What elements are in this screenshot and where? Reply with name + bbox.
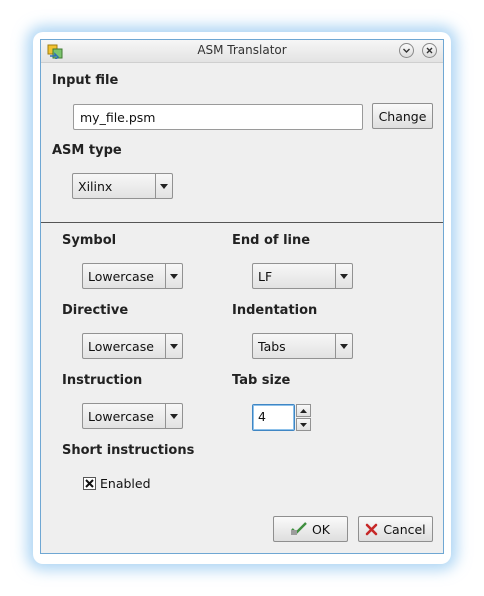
spin-up-button[interactable] [296, 404, 311, 417]
dropdown-arrow-icon [335, 264, 352, 288]
dropdown-arrow-icon [165, 404, 182, 428]
indentation-heading: Indentation [232, 303, 318, 318]
cancel-x-icon [366, 523, 378, 535]
enabled-checkbox[interactable] [83, 477, 96, 490]
cancel-button[interactable]: Cancel [358, 516, 433, 542]
indentation-value: Tabs [258, 339, 286, 354]
dialog-window: ASM Translator Input file Change ASM typ… [40, 39, 444, 554]
ok-check-icon [290, 522, 307, 535]
ok-button[interactable]: OK [273, 516, 348, 542]
dropdown-arrow-icon [155, 174, 172, 198]
ok-label: OK [311, 521, 331, 537]
end-of-line-value: LF [258, 269, 273, 284]
change-button[interactable]: Change [372, 103, 433, 129]
dropdown-arrow-icon [165, 264, 182, 288]
minimize-button[interactable] [399, 43, 414, 58]
section-divider [41, 222, 443, 223]
end-of-line-heading: End of line [232, 233, 311, 248]
input-file-heading: Input file [52, 73, 119, 88]
end-of-line-select[interactable]: LF [252, 263, 353, 289]
window-title: ASM Translator [197, 43, 287, 57]
dropdown-arrow-icon [335, 334, 352, 358]
symbol-select[interactable]: Lowercase [82, 263, 183, 289]
instruction-select[interactable]: Lowercase [82, 403, 183, 429]
arrow-down-icon [300, 422, 307, 427]
asm-type-heading: ASM type [52, 143, 122, 158]
cancel-label: Cancel [383, 521, 426, 537]
instruction-value: Lowercase [88, 409, 154, 424]
directive-value: Lowercase [88, 339, 154, 354]
checkmark-x-icon [85, 479, 94, 488]
enabled-label[interactable]: Enabled [100, 476, 151, 491]
symbol-value: Lowercase [88, 269, 154, 284]
directive-heading: Directive [62, 303, 129, 318]
title-bar[interactable]: ASM Translator [41, 40, 443, 63]
short-instructions-heading: Short instructions [62, 443, 195, 458]
directive-select[interactable]: Lowercase [82, 333, 183, 359]
instruction-heading: Instruction [62, 373, 143, 388]
asm-type-select[interactable]: Xilinx [72, 173, 173, 199]
tab-size-input[interactable]: 4 [252, 404, 295, 431]
spin-down-button[interactable] [296, 418, 311, 431]
asm-type-value: Xilinx [78, 179, 113, 194]
dropdown-arrow-icon [165, 334, 182, 358]
tab-size-heading: Tab size [232, 373, 291, 388]
input-file-field[interactable] [73, 104, 363, 130]
close-icon [426, 47, 433, 54]
indentation-select[interactable]: Tabs [252, 333, 353, 359]
tab-size-spinbox: 4 [252, 404, 312, 431]
symbol-heading: Symbol [62, 233, 117, 248]
arrow-up-icon [300, 408, 307, 413]
close-button[interactable] [422, 43, 437, 58]
chevron-down-icon [403, 48, 410, 53]
